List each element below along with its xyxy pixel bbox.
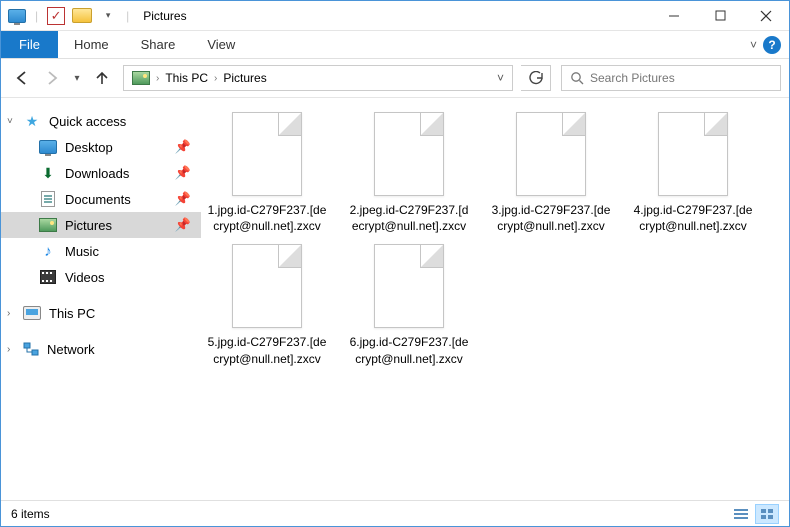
close-button[interactable] xyxy=(743,1,789,31)
chevron-right-icon[interactable]: › xyxy=(156,73,159,84)
sidebar-quick-access[interactable]: ˅ ★ Quick access xyxy=(1,108,201,134)
up-button[interactable] xyxy=(89,65,115,91)
file-name: 5.jpg.id-C279F237.[decrypt@null.net].zxc… xyxy=(207,334,327,366)
desktop-icon xyxy=(39,139,57,155)
sidebar-item-label: Music xyxy=(65,244,99,259)
search-placeholder: Search Pictures xyxy=(590,71,675,85)
large-icons-view-button[interactable] xyxy=(755,504,779,524)
file-list[interactable]: 1.jpg.id-C279F237.[decrypt@null.net].zxc… xyxy=(201,98,789,500)
view-switcher xyxy=(729,504,779,524)
qat-divider: | xyxy=(35,9,38,23)
window-title: Pictures xyxy=(143,9,186,23)
file-name: 3.jpg.id-C279F237.[decrypt@null.net].zxc… xyxy=(491,202,611,234)
file-name: 1.jpg.id-C279F237.[decrypt@null.net].zxc… xyxy=(207,202,327,234)
file-item[interactable]: 1.jpg.id-C279F237.[decrypt@null.net].zxc… xyxy=(207,112,327,234)
file-icon xyxy=(658,112,728,196)
sidebar-label: This PC xyxy=(49,306,95,321)
file-name: 4.jpg.id-C279F237.[decrypt@null.net].zxc… xyxy=(633,202,753,234)
sidebar-item-pictures[interactable]: Pictures 📌 xyxy=(1,212,201,238)
expand-ribbon-icon[interactable]: ˅ xyxy=(750,38,757,52)
sidebar-item-downloads[interactable]: ⬇ Downloads 📌 xyxy=(1,160,201,186)
sidebar-item-desktop[interactable]: Desktop 📌 xyxy=(1,134,201,160)
minimize-button[interactable] xyxy=(651,1,697,31)
search-icon xyxy=(570,71,584,85)
videos-icon xyxy=(39,269,57,285)
search-input[interactable]: Search Pictures xyxy=(561,65,781,91)
help-button[interactable]: ? xyxy=(763,36,781,54)
breadcrumb-pictures[interactable]: Pictures xyxy=(223,71,266,85)
location-icon xyxy=(132,71,150,85)
star-icon: ★ xyxy=(23,113,41,129)
status-bar: 6 items xyxy=(1,500,789,526)
file-item[interactable]: 4.jpg.id-C279F237.[decrypt@null.net].zxc… xyxy=(633,112,753,234)
pc-icon xyxy=(23,305,41,321)
network-icon xyxy=(23,342,39,356)
file-icon xyxy=(232,112,302,196)
qat-app-icon[interactable] xyxy=(5,4,29,28)
sidebar-item-label: Pictures xyxy=(65,218,112,233)
sidebar-item-label: Downloads xyxy=(65,166,129,181)
chevron-right-icon: › xyxy=(7,344,10,355)
title-bar: | ✓ ▾ | Pictures xyxy=(1,1,789,31)
sidebar-this-pc[interactable]: › This PC xyxy=(1,300,201,326)
navigation-pane: ˅ ★ Quick access Desktop 📌 ⬇ Downloads 📌… xyxy=(1,98,201,500)
pin-icon: 📌 xyxy=(175,191,191,207)
chevron-down-icon: ˅ xyxy=(7,116,13,127)
pin-icon: 📌 xyxy=(175,165,191,181)
sidebar-item-music[interactable]: ♪ Music xyxy=(1,238,201,264)
chevron-right-icon[interactable]: › xyxy=(214,73,217,84)
file-icon xyxy=(516,112,586,196)
sidebar-label: Network xyxy=(47,342,95,357)
file-icon xyxy=(232,244,302,328)
breadcrumb-this-pc[interactable]: This PC xyxy=(165,71,208,85)
pin-icon: 📌 xyxy=(175,139,191,155)
recent-locations-button[interactable]: ▾ xyxy=(69,65,85,91)
sidebar-item-videos[interactable]: Videos xyxy=(1,264,201,290)
chevron-right-icon: › xyxy=(7,308,10,319)
pictures-icon xyxy=(39,217,57,233)
address-bar[interactable]: › This PC › Pictures ˅ xyxy=(123,65,513,91)
explorer-body: ˅ ★ Quick access Desktop 📌 ⬇ Downloads 📌… xyxy=(1,98,789,500)
forward-button[interactable] xyxy=(39,65,65,91)
file-item[interactable]: 6.jpg.id-C279F237.[decrypt@null.net].zxc… xyxy=(349,244,469,366)
file-item[interactable]: 5.jpg.id-C279F237.[decrypt@null.net].zxc… xyxy=(207,244,327,366)
refresh-button[interactable] xyxy=(521,65,551,91)
music-icon: ♪ xyxy=(39,243,57,259)
quick-access-toolbar: | ✓ ▾ | xyxy=(1,4,137,28)
sidebar-item-label: Desktop xyxy=(65,140,113,155)
qat-customize-button[interactable]: ▾ xyxy=(96,4,120,28)
ribbon: File Home Share View ˅ ? xyxy=(1,31,789,59)
sidebar-item-label: Documents xyxy=(65,192,131,207)
qat-properties-button[interactable]: ✓ xyxy=(44,4,68,28)
sidebar-network[interactable]: › Network xyxy=(1,336,201,362)
home-tab[interactable]: Home xyxy=(58,31,125,58)
back-button[interactable] xyxy=(9,65,35,91)
sidebar-label: Quick access xyxy=(49,114,126,129)
sidebar-item-documents[interactable]: Documents 📌 xyxy=(1,186,201,212)
navigation-bar: ▾ › This PC › Pictures ˅ Search Pictures xyxy=(1,59,789,98)
qat-folder-button[interactable] xyxy=(70,4,94,28)
downloads-icon: ⬇ xyxy=(39,165,57,181)
file-tab[interactable]: File xyxy=(1,31,58,58)
file-icon xyxy=(374,244,444,328)
share-tab[interactable]: Share xyxy=(125,31,192,58)
file-icon xyxy=(374,112,444,196)
documents-icon xyxy=(39,191,57,207)
view-tab[interactable]: View xyxy=(191,31,251,58)
window-controls xyxy=(651,1,789,31)
item-count: 6 items xyxy=(11,507,50,521)
file-item[interactable]: 3.jpg.id-C279F237.[decrypt@null.net].zxc… xyxy=(491,112,611,234)
file-name: 2.jpeg.id-C279F237.[decrypt@null.net].zx… xyxy=(349,202,469,234)
pin-icon: 📌 xyxy=(175,217,191,233)
file-name: 6.jpg.id-C279F237.[decrypt@null.net].zxc… xyxy=(349,334,469,366)
qat-divider-2: | xyxy=(126,9,129,23)
file-item[interactable]: 2.jpeg.id-C279F237.[decrypt@null.net].zx… xyxy=(349,112,469,234)
details-view-button[interactable] xyxy=(729,504,753,524)
maximize-button[interactable] xyxy=(697,1,743,31)
address-dropdown-icon[interactable]: ˅ xyxy=(497,71,504,85)
sidebar-item-label: Videos xyxy=(65,270,105,285)
